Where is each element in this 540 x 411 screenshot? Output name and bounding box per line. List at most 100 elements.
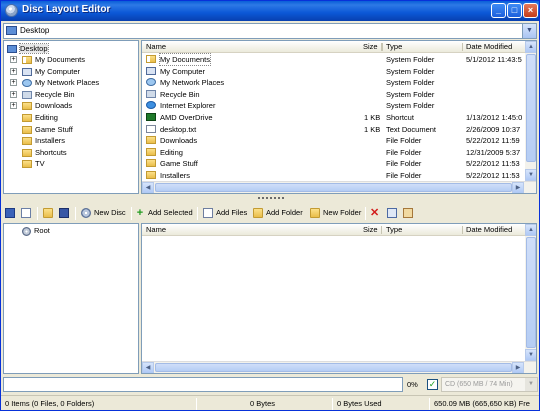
window-title: Disc Layout Editor [22, 4, 111, 15]
address-dropdown-button[interactable]: ▼ [522, 24, 536, 38]
table-row[interactable]: Editing File Folder 12/31/2009 5:37 [142, 147, 526, 159]
disc-col-size[interactable]: Size [363, 225, 378, 234]
folder-icon [22, 137, 32, 146]
disc-scroll-thumb[interactable] [526, 237, 536, 348]
save-disk-icon [59, 208, 69, 219]
scroll-right-button[interactable]: ▶ [512, 182, 524, 193]
splitter-grip[interactable] [258, 197, 284, 199]
table-row[interactable]: Downloads File Folder 5/22/2012 11:59 [142, 135, 526, 147]
tree-item[interactable]: Editing [22, 112, 58, 123]
disc-col-date-modified[interactable]: Date Modified [466, 225, 512, 234]
tree-item-label: My Computer [35, 66, 81, 76]
capacity-progress-bar [3, 377, 403, 392]
expand-icon[interactable]: + [10, 90, 17, 98]
file-type: System Folder [386, 101, 435, 111]
file-date-modified: 5/22/2012 11:53 [466, 171, 520, 180]
disc-scroll-down-button[interactable]: ▼ [525, 349, 536, 361]
add-selected-button[interactable]: + Add Selected [135, 206, 193, 220]
open-folder-icon [43, 208, 53, 219]
address-bar[interactable]: Desktop ▼ [3, 23, 537, 39]
col-type[interactable]: Type [386, 42, 402, 51]
tree-item[interactable]: Recycle Bin [22, 89, 75, 100]
table-row[interactable]: AMD OverDrive 1 KB Shortcut 1/13/2012 1:45:… [142, 112, 526, 124]
disc-col-name[interactable]: Name [146, 225, 166, 234]
table-row[interactable]: Recycle Bin System Folder [142, 89, 526, 101]
tree-item[interactable]: TV [22, 158, 45, 169]
save-button[interactable] [59, 206, 72, 220]
table-row[interactable]: Internet Explorer System Folder [142, 100, 526, 112]
pane-splitter[interactable] [3, 195, 537, 201]
table-row[interactable]: My Computer System Folder [142, 66, 526, 78]
expand-icon[interactable]: + [10, 56, 17, 63]
scroll-left-button[interactable]: ◀ [142, 182, 154, 193]
scroll-up-button[interactable]: ▲ [525, 41, 536, 53]
tree-item[interactable]: Game Stuff [22, 124, 73, 135]
table-row[interactable]: Installers File Folder 5/22/2012 11:53 [142, 170, 526, 182]
folder-icon [146, 159, 156, 168]
tree-item[interactable]: Shortcuts [22, 147, 67, 158]
file-list-vscroll[interactable]: ▲ ▼ [525, 41, 536, 181]
disc-tree-root[interactable]: Root [22, 225, 50, 236]
minimize-button[interactable]: _ [491, 3, 506, 18]
disc-tree[interactable]: Root [3, 223, 139, 374]
status-items: 0 Items (0 Files, 0 Folders) [5, 399, 95, 408]
plus-icon: + [136, 207, 144, 220]
file-type: File Folder [386, 147, 422, 157]
file-name: AMD OverDrive [160, 113, 213, 122]
disc-type-checkbox[interactable]: ✓ [427, 379, 438, 390]
scroll-down-button[interactable]: ▼ [525, 169, 536, 181]
add-files-button[interactable]: Add Files [203, 206, 247, 220]
scroll-thumb[interactable] [526, 54, 536, 162]
tree-item[interactable]: My Documents [22, 54, 85, 65]
disc-col-type[interactable]: Type [386, 225, 402, 234]
table-row[interactable]: desktop.txt 1 KB Text Document 2/26/2009 10… [142, 124, 526, 136]
tree-item-desktop[interactable]: Desktop [7, 43, 49, 54]
burn-button[interactable] [403, 206, 416, 220]
disc-scroll-up-button[interactable]: ▲ [525, 224, 536, 236]
view-panes-button[interactable] [21, 206, 34, 220]
expand-icon[interactable]: + [10, 102, 17, 110]
folder-tree[interactable]: Desktop + My Documents + My Computer + My Net… [3, 40, 139, 194]
file-type: Text Document [386, 124, 437, 134]
tree-item[interactable]: My Network Places [22, 77, 99, 88]
disc-type-value: CD (650 MB / 74 Min) [445, 381, 513, 388]
file-list-hscroll[interactable]: ◀ ▶ [142, 181, 536, 193]
new-disc-label: New Disc [94, 208, 126, 217]
hscroll-thumb[interactable] [155, 183, 512, 192]
file-type: File Folder [386, 171, 422, 180]
disc-list-header: Name Size Type Date Modified [142, 224, 526, 236]
new-disc-button[interactable]: New Disc [81, 206, 126, 220]
disc-scroll-right-button[interactable]: ▶ [512, 362, 524, 373]
new-folder-button[interactable]: New Folder [310, 206, 361, 220]
table-row[interactable]: My Documents System Folder 5/1/2012 11:43:… [142, 53, 526, 66]
disc-scroll-left-button[interactable]: ◀ [142, 362, 154, 373]
file-list[interactable]: Name Size Type Date Modified My Document… [141, 40, 537, 194]
disc-list-vscroll[interactable]: ▲ ▼ [525, 224, 536, 361]
expand-icon[interactable]: + [10, 79, 17, 87]
add-folder-label: Add Folder [266, 208, 303, 217]
maximize-button[interactable]: □ [507, 3, 522, 18]
tree-item[interactable]: Downloads [22, 100, 72, 111]
network-places-icon [146, 78, 156, 87]
table-row[interactable]: Game Stuff File Folder 5/22/2012 11:53 [142, 158, 526, 170]
disc-type-select[interactable]: CD (650 MB / 74 Min) ▼ [441, 377, 538, 392]
properties-button[interactable] [387, 206, 400, 220]
tree-item[interactable]: My Computer [22, 66, 80, 77]
tree-item[interactable]: Installers [22, 135, 65, 146]
col-date-modified[interactable]: Date Modified [466, 42, 512, 51]
disc-list-hscroll[interactable]: ◀ ▶ [142, 361, 536, 373]
close-button[interactable]: × [523, 3, 538, 18]
expand-icon[interactable]: + [10, 67, 17, 75]
table-row[interactable]: My Network Places System Folder [142, 77, 526, 89]
open-button[interactable] [43, 206, 56, 220]
title-bar[interactable]: Disc Layout Editor _ □ × [1, 1, 539, 21]
add-folder-button[interactable]: Add Folder [253, 206, 303, 220]
view-tree-button[interactable] [5, 206, 18, 220]
delete-button[interactable]: ✕ [370, 206, 379, 220]
col-name[interactable]: Name [146, 42, 166, 51]
col-size[interactable]: Size [363, 42, 378, 51]
my-documents-icon [146, 55, 156, 63]
add-files-label: Add Files [216, 208, 248, 217]
disc-hscroll-thumb[interactable] [155, 363, 512, 372]
disc-file-list[interactable]: Name Size Type Date Modified ▲ ▼ ◀ ▶ [141, 223, 537, 374]
